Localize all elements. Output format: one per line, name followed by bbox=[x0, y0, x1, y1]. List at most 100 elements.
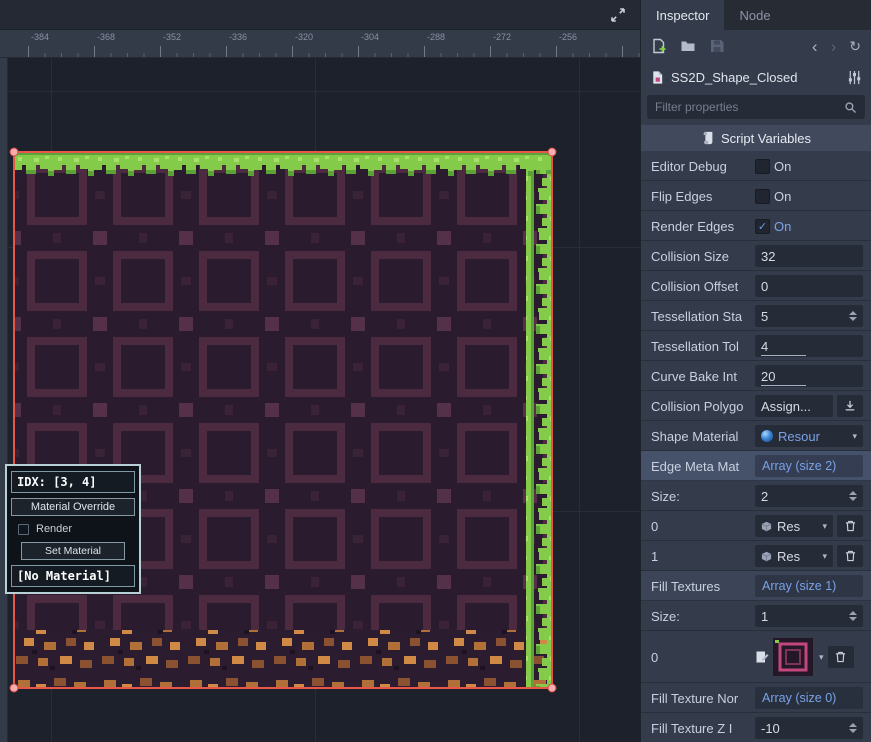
script-icon bbox=[701, 131, 715, 145]
prop-fill-texture-z-index: Fill Texture Z I -10 bbox=[641, 713, 871, 742]
field-value: 20 bbox=[761, 369, 775, 384]
edge-meta-materials-array-button[interactable]: Array (size 2) bbox=[755, 455, 863, 477]
ss2d-shape[interactable] bbox=[14, 152, 552, 688]
filter-input[interactable]: Filter properties bbox=[647, 95, 865, 119]
spinner-icon[interactable] bbox=[849, 611, 857, 621]
edge-item-1-delete-button[interactable] bbox=[837, 545, 863, 567]
ruler-label: -272 bbox=[493, 32, 511, 42]
field-value: 32 bbox=[761, 249, 775, 264]
prop-label: Flip Edges bbox=[651, 189, 751, 204]
prop-render-edges: Render Edges ✓ On bbox=[641, 211, 871, 241]
prop-edge-meta-materials: Edge Meta Mat Array (size 2) bbox=[641, 451, 871, 481]
prop-shape-material: Shape Material Resour ▾ bbox=[641, 421, 871, 451]
prop-label: Curve Bake Int bbox=[651, 369, 751, 384]
edge-item-1-resource-dropdown[interactable]: Res ▾ bbox=[755, 545, 833, 567]
new-resource-icon[interactable] bbox=[651, 38, 667, 54]
spinner-icon[interactable] bbox=[849, 491, 857, 501]
shape-handle-top-left[interactable] bbox=[10, 148, 19, 157]
section-script-variables[interactable]: Script Variables bbox=[641, 125, 871, 151]
tessellation-stages-input[interactable]: 5 bbox=[755, 305, 863, 327]
tab-node[interactable]: Node bbox=[724, 0, 785, 30]
field-value: 0 bbox=[761, 279, 768, 294]
collision-polygon-assign-button[interactable]: Assign... bbox=[755, 395, 833, 417]
shape-handle-top-right[interactable] bbox=[548, 148, 557, 157]
field-value: Assign... bbox=[761, 399, 811, 414]
check-icon: ✓ bbox=[758, 220, 767, 233]
load-resource-icon[interactable] bbox=[680, 38, 696, 54]
spinner-icon[interactable] bbox=[849, 723, 857, 733]
chevron-down-icon[interactable]: ▾ bbox=[819, 653, 824, 662]
prop-label: Shape Material bbox=[651, 429, 751, 444]
ruler-label: -256 bbox=[559, 32, 577, 42]
prop-label: Tessellation Sta bbox=[651, 309, 751, 324]
no-material-label: [No Material] bbox=[11, 565, 135, 587]
prop-label: Collision Offset bbox=[651, 279, 751, 294]
edit-resource-icon[interactable] bbox=[755, 650, 769, 664]
field-value: Res bbox=[777, 519, 800, 534]
ruler-label: -352 bbox=[163, 32, 181, 42]
prop-value: 32 bbox=[755, 245, 863, 267]
filter-row: Filter properties bbox=[641, 92, 871, 122]
prop-label: Editor Debug bbox=[651, 159, 751, 174]
prop-label: 0 bbox=[651, 519, 751, 534]
editor-debug-checkbox[interactable] bbox=[755, 159, 770, 174]
prop-label: Collision Size bbox=[651, 249, 751, 264]
set-material-button[interactable]: Set Material bbox=[21, 542, 125, 560]
history-forward-icon[interactable]: › bbox=[831, 38, 837, 55]
spinner-icon[interactable] bbox=[849, 311, 857, 321]
object-history-icon[interactable]: ↻ bbox=[849, 38, 861, 55]
ruler-label: -288 bbox=[427, 32, 445, 42]
idx-tooltip: IDX: [3, 4] Material Override Render Set… bbox=[5, 464, 141, 594]
field-value: 2 bbox=[761, 489, 768, 504]
prop-label: Fill Texture Z I bbox=[651, 721, 751, 736]
prop-value: Array (size 0) bbox=[755, 687, 863, 709]
prop-value: 5 bbox=[755, 305, 863, 327]
field-value: Res bbox=[777, 549, 800, 564]
material-resource-icon bbox=[761, 430, 773, 442]
fill-textures-array-button[interactable]: Array (size 1) bbox=[755, 575, 863, 597]
prop-curve-bake-interval: Curve Bake Int 20 bbox=[641, 361, 871, 391]
fill-texture-z-index-input[interactable]: -10 bbox=[755, 717, 863, 739]
shape-handle-bottom-right[interactable] bbox=[548, 684, 557, 693]
render-checkbox[interactable] bbox=[18, 524, 29, 535]
edited-resource-row: SS2D_Shape_Closed bbox=[641, 62, 871, 92]
fill-item-0-delete-button[interactable] bbox=[828, 646, 854, 668]
material-override-button[interactable]: Material Override bbox=[11, 498, 135, 516]
resource-cube-icon bbox=[761, 521, 772, 532]
prop-value: Resour ▾ bbox=[755, 425, 863, 447]
collision-size-input[interactable]: 32 bbox=[755, 245, 863, 267]
ruler-horizontal: -384 -368 -352 -336 -320 -304 -288 -272 … bbox=[0, 30, 640, 58]
render-edges-checkbox[interactable]: ✓ bbox=[755, 219, 770, 234]
fill-texture-thumbnail[interactable] bbox=[773, 638, 813, 676]
tab-inspector[interactable]: Inspector bbox=[641, 0, 724, 30]
collision-polygon-tool-button[interactable] bbox=[837, 395, 863, 417]
expand-viewport-icon[interactable] bbox=[610, 7, 626, 23]
trash-icon bbox=[835, 651, 846, 663]
checkbox-label: On bbox=[774, 219, 791, 234]
curve-bake-interval-input[interactable]: 20 bbox=[755, 365, 863, 387]
edge-item-0-resource-dropdown[interactable]: Res ▾ bbox=[755, 515, 833, 537]
edge-item-0-delete-button[interactable] bbox=[837, 515, 863, 537]
history-back-icon[interactable]: ‹ bbox=[812, 38, 818, 55]
prop-fill-textures: Fill Textures Array (size 1) bbox=[641, 571, 871, 601]
save-resource-icon[interactable] bbox=[709, 38, 725, 54]
prop-edge-meta-size: Size: 2 bbox=[641, 481, 871, 511]
flip-edges-checkbox[interactable] bbox=[755, 189, 770, 204]
resource-extra-options-icon[interactable] bbox=[847, 70, 862, 85]
fill-size-input[interactable]: 1 bbox=[755, 605, 863, 627]
prop-value: On bbox=[755, 189, 863, 204]
shape-material-resource-dropdown[interactable]: Resour ▾ bbox=[755, 425, 863, 447]
prop-label: 0 bbox=[651, 650, 751, 665]
collision-offset-input[interactable]: 0 bbox=[755, 275, 863, 297]
filter-placeholder: Filter properties bbox=[655, 100, 844, 114]
fill-texture-normals-array-button[interactable]: Array (size 0) bbox=[755, 687, 863, 709]
prop-label: Size: bbox=[651, 609, 751, 624]
resource-cube-icon bbox=[761, 551, 772, 562]
chevron-down-icon: ▾ bbox=[852, 432, 857, 441]
shape-handle-bottom-left[interactable] bbox=[10, 684, 19, 693]
chevron-down-icon: ▾ bbox=[822, 552, 827, 561]
prop-flip-edges: Flip Edges On bbox=[641, 181, 871, 211]
tessellation-tolerance-input[interactable]: 4 bbox=[755, 335, 863, 357]
chevron-down-icon: ▾ bbox=[822, 522, 827, 531]
edge-meta-size-input[interactable]: 2 bbox=[755, 485, 863, 507]
